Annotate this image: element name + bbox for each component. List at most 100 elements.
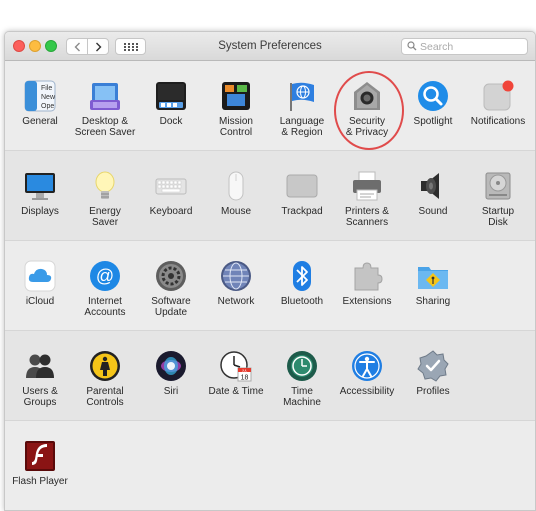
users-groups-icon	[24, 350, 56, 382]
pref-icloud[interactable]: iCloud	[7, 260, 73, 307]
pref-general[interactable]: File New Ope General	[7, 80, 73, 127]
sound-icon	[417, 170, 449, 202]
profiles-icon	[417, 350, 449, 382]
pref-label: General	[22, 116, 58, 127]
extensions-icon	[351, 260, 383, 292]
back-button[interactable]	[66, 38, 88, 55]
trackpad-icon	[286, 170, 318, 202]
minimize-window-button[interactable]	[29, 40, 41, 52]
pref-trackpad[interactable]: Trackpad	[269, 170, 335, 217]
pref-users-groups[interactable]: Users & Groups	[7, 350, 73, 408]
pref-label: Network	[217, 296, 255, 307]
pref-bluetooth[interactable]: Bluetooth	[269, 260, 335, 307]
pref-startup-disk[interactable]: Startup Disk	[465, 170, 531, 228]
svg-text:18: 18	[241, 375, 249, 382]
pref-label: Spotlight	[413, 116, 453, 127]
maximize-window-button[interactable]	[45, 40, 57, 52]
displays-icon	[24, 170, 56, 202]
pref-time-machine[interactable]: Time Machine	[269, 350, 335, 408]
startup-disk-icon	[482, 170, 514, 202]
pref-label: Security & Privacy	[345, 116, 389, 138]
pref-keyboard[interactable]: Keyboard	[138, 170, 204, 217]
pref-label: Software Update	[151, 296, 191, 318]
pref-desktop-screen-saver[interactable]: Desktop & Screen Saver	[72, 80, 138, 138]
svg-text:File: File	[41, 85, 52, 92]
parental-controls-icon	[89, 350, 121, 382]
energy-saver-icon	[89, 170, 121, 202]
pref-label: Users & Groups	[22, 386, 58, 408]
pref-network[interactable]: Network	[203, 260, 269, 307]
pref-notifications[interactable]: Notifications	[465, 80, 531, 127]
pref-flash-player[interactable]: Flash Player	[7, 440, 73, 487]
pref-software-update[interactable]: Software Update	[138, 260, 204, 318]
chevron-left-icon	[74, 42, 80, 51]
pref-label: Startup Disk	[481, 206, 515, 228]
network-icon	[220, 260, 252, 292]
chevron-right-icon	[95, 42, 101, 51]
pref-label: Parental Controls	[86, 386, 124, 408]
pref-mission-control[interactable]: Mission Control	[203, 80, 269, 138]
pref-sharing[interactable]: Sharing	[400, 260, 466, 307]
pref-label: Printers & Scanners	[345, 206, 389, 228]
pref-label: Notifications	[470, 116, 526, 127]
notifications-icon	[482, 80, 514, 112]
pref-energy-saver[interactable]: Energy Saver	[72, 170, 138, 228]
pref-profiles[interactable]: Profiles	[400, 350, 466, 397]
accessibility-icon	[351, 350, 383, 382]
general-icon: File New Ope	[24, 80, 56, 112]
date-time-icon: JUL 18	[220, 350, 252, 382]
security-privacy-icon	[351, 80, 383, 112]
mouse-icon	[220, 170, 252, 202]
pref-label: Accessibility	[339, 386, 395, 397]
pref-label: Time Machine	[283, 386, 321, 408]
flash-player-icon	[24, 440, 56, 472]
preferences-section-hardware: Displays Energy Saver Keyboard Mouse Tra…	[5, 151, 535, 241]
pref-displays[interactable]: Displays	[7, 170, 73, 217]
pref-parental-controls[interactable]: Parental Controls	[72, 350, 138, 408]
pref-label: Date & Time	[208, 386, 264, 397]
pref-date-time[interactable]: JUL 18 Date & Time	[203, 350, 269, 397]
bluetooth-icon	[286, 260, 318, 292]
pref-label: Sharing	[415, 296, 451, 307]
svg-text:Ope: Ope	[41, 103, 54, 110]
language-region-icon	[286, 80, 318, 112]
pref-printers-scanners[interactable]: Printers & Scanners	[334, 170, 400, 228]
title-bar: System Preferences	[5, 32, 535, 61]
pref-language-region[interactable]: Language & Region	[269, 80, 335, 138]
preferences-section-system: Users & Groups Parental Controls Siri JU…	[5, 331, 535, 421]
keyboard-icon	[155, 170, 187, 202]
pref-siri[interactable]: Siri	[138, 350, 204, 397]
pref-mouse[interactable]: Mouse	[203, 170, 269, 217]
pref-label: Profiles	[416, 386, 450, 397]
pref-internet-accounts[interactable]: @ Internet Accounts	[72, 260, 138, 318]
grid-icon	[123, 42, 138, 51]
internet-accounts-icon: @	[89, 260, 121, 292]
svg-text:New: New	[41, 94, 56, 101]
forward-button[interactable]	[87, 38, 109, 55]
software-update-icon	[155, 260, 187, 292]
dock-icon	[155, 80, 187, 112]
system-preferences-window: System Preferences File New Ope General	[4, 31, 536, 511]
icloud-icon	[24, 260, 56, 292]
close-window-button[interactable]	[13, 40, 25, 52]
pref-spotlight[interactable]: Spotlight	[400, 80, 466, 127]
siri-icon	[155, 350, 187, 382]
pref-label: Internet Accounts	[84, 296, 126, 318]
pref-dock[interactable]: Dock	[138, 80, 204, 127]
pref-accessibility[interactable]: Accessibility	[334, 350, 400, 397]
search-input[interactable]	[401, 38, 528, 55]
pref-security-privacy[interactable]: Security & Privacy	[334, 80, 400, 138]
pref-sound[interactable]: Sound	[400, 170, 466, 217]
pref-label: Language & Region	[279, 116, 325, 138]
pref-label: Displays	[21, 206, 59, 217]
pref-label: Mouse	[220, 206, 251, 217]
printers-scanners-icon	[351, 170, 383, 202]
show-all-button[interactable]	[115, 38, 146, 55]
pref-label: Dock	[159, 116, 183, 127]
pref-extensions[interactable]: Extensions	[334, 260, 400, 307]
time-machine-icon	[286, 350, 318, 382]
pref-label: Keyboard	[149, 206, 193, 217]
pref-label: Trackpad	[281, 206, 323, 217]
preferences-section-other: Flash Player	[5, 421, 535, 510]
preferences-section-personal: File New Ope General Desktop & Screen Sa…	[5, 61, 535, 151]
